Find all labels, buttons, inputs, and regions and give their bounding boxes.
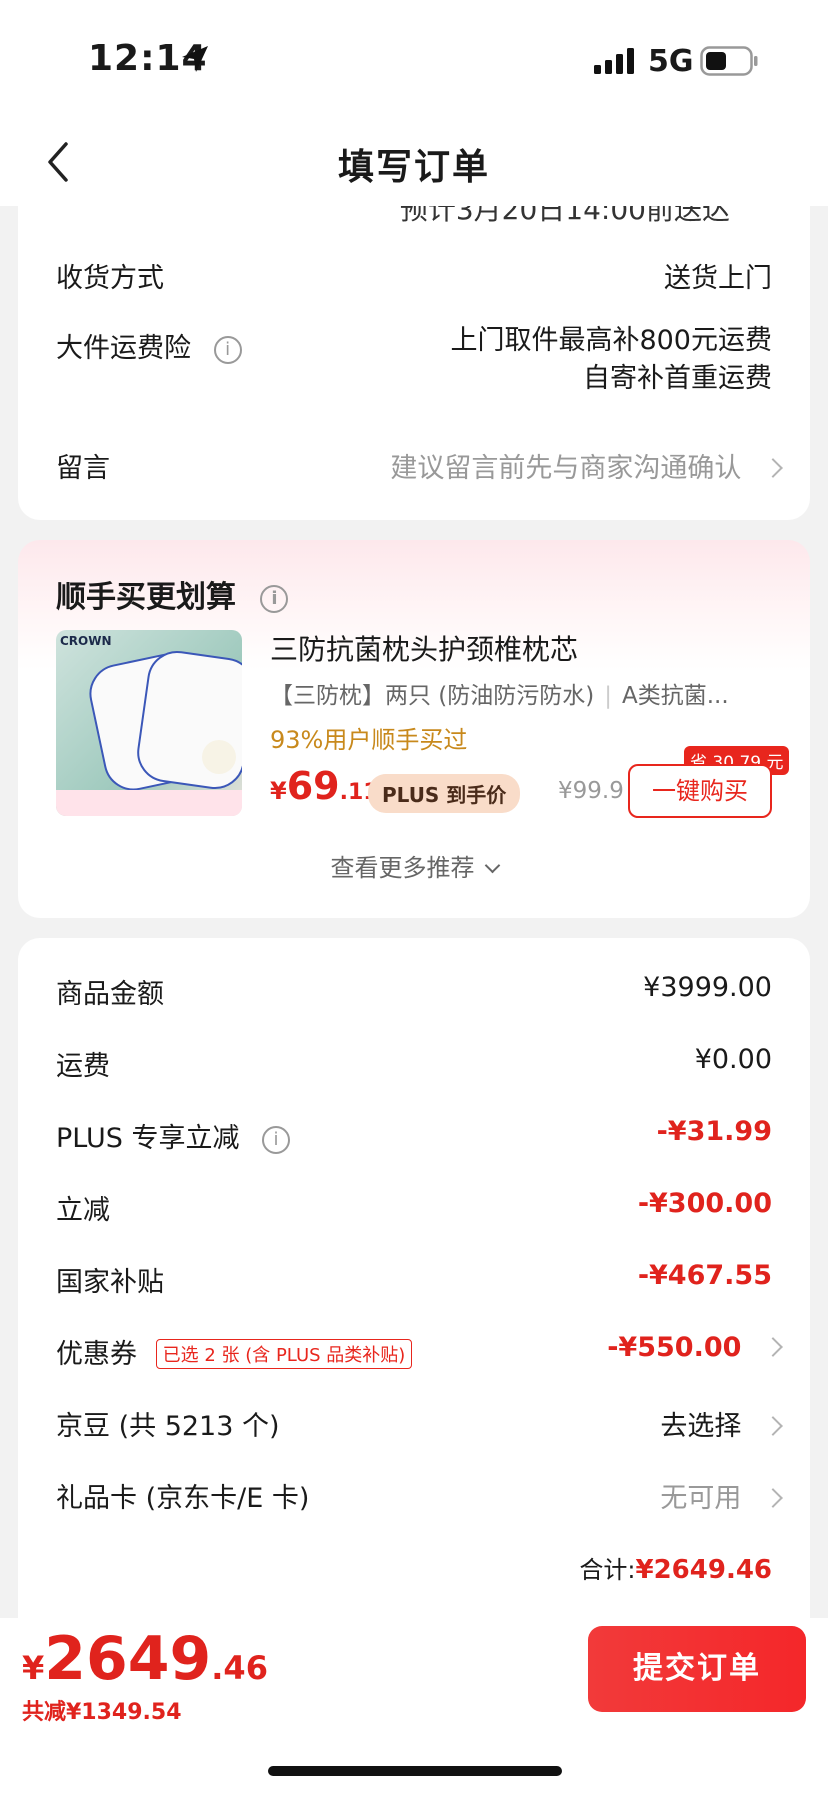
- info-icon[interactable]: i: [262, 1125, 291, 1154]
- checkout-bar: ¥2649.46 共减¥1349.54 提交订单: [0, 1618, 828, 1796]
- promo-strip: [56, 790, 242, 816]
- submit-order-button[interactable]: 提交订单: [588, 1626, 806, 1712]
- chevron-right-icon: [763, 1415, 783, 1436]
- chevron-right-icon: [763, 1487, 783, 1508]
- original-price: ¥99.9: [558, 778, 624, 804]
- summary-label: 立减: [56, 1195, 110, 1226]
- pay-amount: ¥2649.46: [22, 1624, 268, 1694]
- summary-label: 运费: [56, 1051, 110, 1082]
- summary-label: 商品金额: [56, 979, 164, 1010]
- summary-value: -¥550.00: [607, 1332, 742, 1363]
- product-spec: 【三防枕】两只 (防油防污防水) | A类抗菌...: [270, 683, 729, 709]
- buyers-note: 93%用户顺手买过: [270, 726, 468, 754]
- nav-bar: 填写订单: [0, 118, 828, 206]
- total-label: 合计:: [579, 1556, 636, 1584]
- more-recommendations-label: 查看更多推荐: [330, 854, 475, 882]
- more-recommendations-link[interactable]: 查看更多推荐: [18, 848, 810, 883]
- network-label: 5G: [648, 44, 694, 79]
- chevron-right-icon: [763, 1336, 783, 1357]
- product-price: ¥69.11: [270, 764, 379, 808]
- plus-price-tag: PLUS 到手价: [368, 774, 521, 813]
- status-bar: 12:14 5G: [0, 0, 828, 118]
- product-price-line: ¥69.11 PLUS 到手价 ¥99.9: [270, 764, 624, 813]
- product-spec-1: 【三防枕】两只 (防油防污防水): [270, 683, 595, 709]
- summary-label: 礼品卡 (京东卡/E 卡): [56, 1483, 310, 1514]
- summary-label: PLUS 专享立减: [56, 1123, 240, 1154]
- summary-value: 去选择: [660, 1411, 742, 1442]
- message-placeholder: 建议留言前先与商家沟通确认: [390, 453, 742, 484]
- summary-value: -¥31.99: [656, 1116, 772, 1147]
- battery-icon: [700, 46, 758, 76]
- product-name[interactable]: 三防抗菌枕头护颈椎枕芯: [270, 628, 578, 668]
- product-image[interactable]: CROWN: [56, 630, 242, 816]
- freight-insurance-label: 大件运费险: [56, 333, 191, 364]
- delivery-card: 预计3月20日14:00前送达 收货方式 送货上门 大件运费险 i 上门取件最高…: [18, 206, 810, 520]
- summary-value: ¥0.00: [694, 1044, 772, 1075]
- page-title: 填写订单: [337, 147, 490, 188]
- freight-insurance-row: 大件运费险 i 上门取件最高补800元运费 自寄补首重运费: [56, 325, 772, 406]
- delivery-method-value: 送货上门: [664, 263, 772, 294]
- coupon-tag: 已选 2 张 (含 PLUS 品类补贴): [155, 1338, 413, 1369]
- chevron-right-icon: [763, 457, 783, 478]
- location-arrow-icon: [182, 46, 208, 72]
- product-brand-logo: CROWN: [60, 634, 112, 648]
- home-indicator: [268, 1766, 562, 1776]
- summary-value: 无可用: [660, 1483, 742, 1514]
- delivery-eta-text: 预计3月20日14:00前送达: [399, 206, 730, 226]
- delivery-method-label: 收货方式: [56, 263, 164, 294]
- addon-card: 顺手买更划算 i CROWN 三防抗菌枕头护颈椎枕芯 【三防枕】两只 (防油防污…: [18, 540, 810, 918]
- addon-title: 顺手买更划算 i: [56, 572, 289, 616]
- fiber-badge: [202, 740, 236, 774]
- summary-label: 优惠券: [56, 1339, 137, 1370]
- summary-total: 合计:¥2649.46: [579, 1550, 772, 1585]
- freight-insurance-line2: 自寄补首重运费: [583, 363, 772, 394]
- summary-value: -¥300.00: [637, 1188, 772, 1219]
- summary-value: ¥3999.00: [643, 972, 772, 1003]
- price-summary-card: 商品金额 ¥3999.00 运费 ¥0.00 PLUS 专享立减 i -¥31.…: [18, 938, 810, 1618]
- message-label: 留言: [56, 453, 110, 484]
- freight-insurance-line1: 上门取件最高补800元运费: [450, 325, 772, 356]
- signal-icon: [594, 48, 634, 74]
- one-click-buy-button[interactable]: 一键购买: [628, 764, 772, 818]
- total-value: ¥2649.46: [635, 1555, 772, 1585]
- info-icon[interactable]: i: [213, 335, 242, 364]
- summary-label: 国家补贴: [56, 1267, 164, 1298]
- info-icon[interactable]: i: [260, 584, 289, 613]
- chevron-down-icon: [484, 857, 500, 874]
- summary-label: 京豆 (共 5213 个): [56, 1411, 280, 1442]
- summary-value: -¥467.55: [637, 1260, 772, 1291]
- total-saved: 共减¥1349.54: [22, 1700, 182, 1725]
- addon-title-text: 顺手买更划算: [56, 580, 236, 615]
- product-spec-2: A类抗菌...: [622, 683, 729, 709]
